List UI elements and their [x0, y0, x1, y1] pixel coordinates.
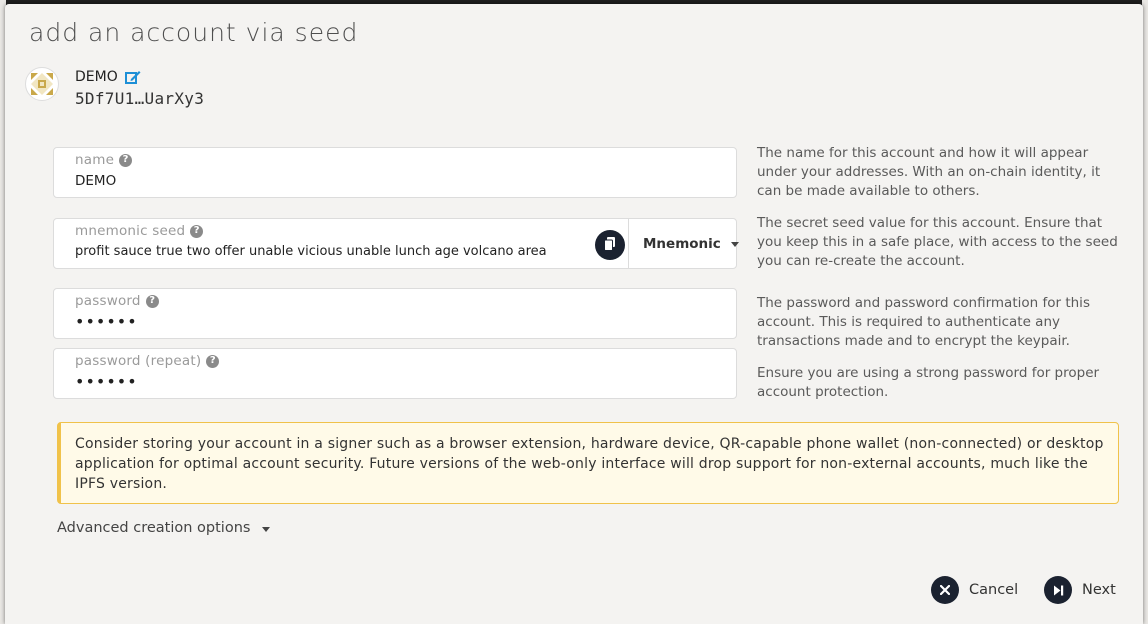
name-input[interactable]: DEMO: [75, 173, 116, 189]
account-name: DEMO: [75, 69, 118, 85]
help-icon[interactable]: ?: [206, 354, 220, 368]
password-repeat-input[interactable]: ••••••: [75, 372, 138, 391]
name-label: name ?: [75, 152, 133, 168]
password-repeat-field[interactable]: password (repeat) ? ••••••: [53, 348, 737, 399]
seed-help-text: The secret seed value for this account. …: [757, 215, 1118, 269]
chevron-down-icon: [262, 526, 271, 532]
close-icon: [931, 576, 959, 604]
add-account-modal: add an account via seed DEMO 5Df7U1…UarX…: [5, 4, 1143, 624]
account-name-row: DEMO: [75, 69, 204, 85]
help-icon[interactable]: ?: [119, 153, 133, 167]
seed-type-value: Mnemonic: [643, 235, 721, 252]
name-help-text: The name for this account and how it wil…: [757, 145, 1101, 199]
advanced-options-toggle[interactable]: Advanced creation options: [57, 520, 271, 536]
account-address: 5Df7U1…UarXy3: [75, 89, 205, 108]
advanced-options-label: Advanced creation options: [57, 520, 251, 536]
mnemonic-seed-label: mnemonic seed ?: [75, 223, 204, 239]
mnemonic-seed-field[interactable]: mnemonic seed ? profit sauce true two of…: [53, 218, 739, 269]
step-forward-icon: [1044, 576, 1072, 604]
seed-type-dropdown[interactable]: Mnemonic: [628, 219, 739, 268]
copy-seed-button[interactable]: [595, 230, 625, 260]
mnemonic-seed-label-text: mnemonic seed: [75, 223, 186, 239]
next-label: Next: [1082, 582, 1116, 598]
cancel-label: Cancel: [969, 582, 1019, 598]
name-field[interactable]: name ? DEMO: [53, 147, 737, 198]
mnemonic-seed-input[interactable]: profit sauce true two offer unable vicio…: [75, 244, 547, 259]
account-avatar-icon[interactable]: [25, 67, 59, 101]
password-help-text: The password and password confirmation f…: [757, 295, 1090, 349]
password-input[interactable]: ••••••: [75, 312, 138, 331]
security-notice: Consider storing your account in a signe…: [57, 422, 1119, 504]
account-identity: DEMO 5Df7U1…UarXy3: [25, 66, 204, 108]
chevron-down-icon: [730, 242, 739, 247]
modal-title: add an account via seed: [29, 18, 359, 47]
cancel-button[interactable]: Cancel: [931, 576, 1018, 604]
password-repeat-help-text: Ensure you are using a strong password f…: [757, 365, 1100, 400]
name-label-text: name: [75, 152, 115, 168]
password-label: password ?: [75, 293, 159, 309]
password-field[interactable]: password ? ••••••: [53, 288, 737, 339]
edit-icon[interactable]: [124, 70, 141, 85]
next-button[interactable]: Next: [1044, 576, 1116, 604]
help-icon[interactable]: ?: [145, 294, 159, 308]
help-icon[interactable]: ?: [190, 224, 204, 238]
password-label-text: password: [75, 293, 141, 309]
password-repeat-label-text: password (repeat): [75, 353, 202, 369]
copy-icon: [604, 236, 616, 255]
account-details: DEMO 5Df7U1…UarXy3: [75, 66, 204, 108]
password-repeat-label: password (repeat) ?: [75, 353, 220, 369]
